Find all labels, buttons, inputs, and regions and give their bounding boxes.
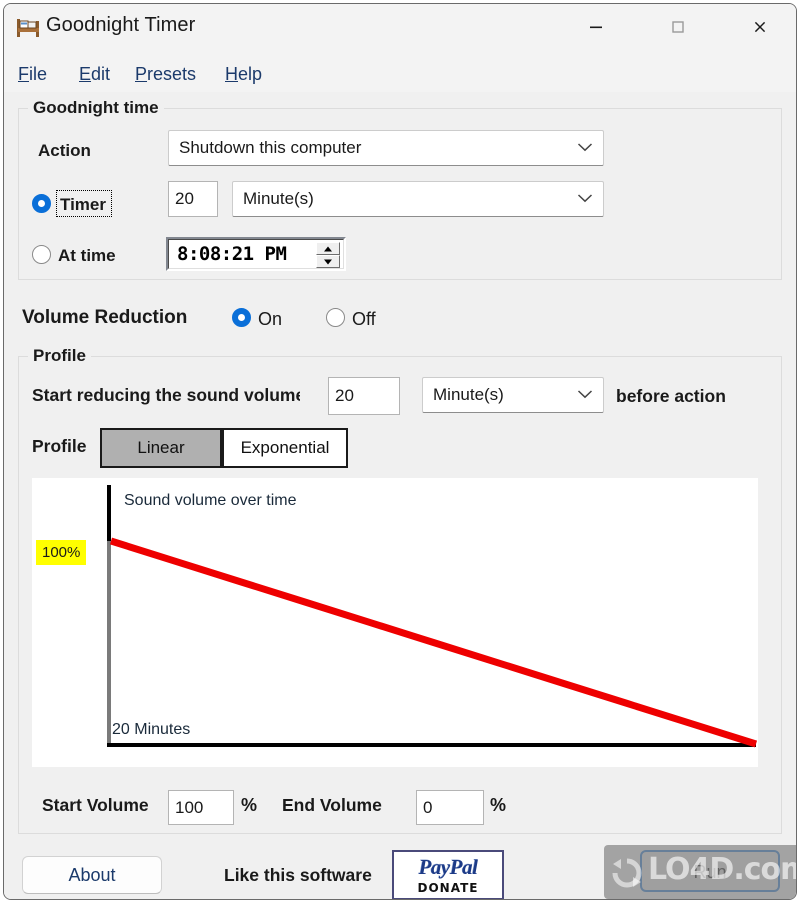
at-time-spin-down[interactable] (316, 255, 340, 268)
maximize-button[interactable] (647, 4, 709, 50)
minimize-icon (590, 26, 602, 29)
paypal-donate-button[interactable]: PayPal DONATE (392, 850, 504, 899)
at-time-value: 8:08:21 PM (177, 243, 287, 265)
profile-legend: Profile (28, 346, 91, 366)
timer-radio[interactable] (32, 194, 51, 213)
paypal-wordmark: PayPal (418, 855, 478, 879)
client-area: Goodnight time Action Shutdown this comp… (4, 92, 796, 899)
end-volume-input[interactable] (416, 790, 484, 825)
minimize-button[interactable] (565, 4, 627, 50)
menu-item-presets[interactable]: Presets (135, 64, 196, 85)
start-reducing-unit-value: Minute(s) (433, 385, 504, 404)
profile-linear-button[interactable]: Linear (100, 428, 222, 468)
menu-item-help[interactable]: Help (225, 64, 262, 85)
chevron-down-icon (577, 386, 593, 404)
menu-help-rest: elp (238, 64, 263, 84)
bed-icon (16, 17, 40, 39)
menu-file-rest: ile (29, 64, 48, 84)
at-time-spin-up[interactable] (316, 242, 340, 255)
start-volume-label: Start Volume (42, 795, 149, 815)
paypal-donate-label: DONATE (417, 881, 479, 895)
start-volume-unit: % (241, 795, 258, 815)
start-reducing-label: Start reducing the sound volume (32, 385, 300, 405)
timer-value-input[interactable] (168, 181, 218, 217)
volume-reduction-on-radio[interactable] (232, 308, 251, 327)
run-button[interactable]: Run (640, 850, 780, 892)
menu-bar (4, 52, 796, 92)
triangle-down-icon (324, 259, 332, 264)
start-volume-input[interactable] (168, 790, 234, 825)
at-time-label: At time (58, 246, 116, 265)
timer-label: Timer (60, 195, 106, 214)
volume-reduction-off-label: Off (352, 309, 376, 329)
close-icon (754, 21, 766, 33)
timer-unit-select[interactable]: Minute(s) (232, 181, 604, 217)
profile-exponential-button[interactable]: Exponential (222, 428, 348, 468)
window-title: Goodnight Timer (46, 14, 196, 36)
before-action-label: before action (616, 386, 726, 406)
profile-type-label: Profile (32, 436, 87, 456)
action-label: Action (38, 141, 91, 160)
action-select[interactable]: Shutdown this computer (168, 130, 604, 166)
close-button[interactable] (729, 4, 791, 50)
at-time-spinner[interactable]: 8:08:21 PM (166, 237, 346, 271)
menu-edit-rest: dit (91, 64, 111, 84)
chevron-down-icon (577, 139, 593, 157)
at-time-spinner-inner: 8:08:21 PM (168, 239, 344, 269)
end-volume-unit: % (490, 795, 507, 815)
at-time-spin-buttons (316, 242, 340, 268)
menu-presets-rest: resets (147, 64, 197, 84)
chart-plot-area (109, 537, 758, 748)
maximize-icon (672, 21, 684, 33)
title-bar: Goodnight Timer (4, 4, 796, 52)
menu-item-edit[interactable]: Edit (79, 64, 110, 85)
volume-reduction-on-label: On (258, 309, 283, 329)
like-this-software-label: Like this software (224, 865, 372, 885)
action-select-value: Shutdown this computer (179, 138, 362, 157)
timer-unit-value: Minute(s) (243, 189, 314, 208)
app-window: Goodnight Timer File Edit Presets Help G… (3, 3, 797, 900)
volume-reduction-off-radio[interactable] (326, 308, 345, 327)
volume-reduction-label: Volume Reduction (22, 307, 188, 328)
start-reducing-input[interactable] (328, 377, 400, 415)
chevron-down-icon (577, 190, 593, 208)
start-reducing-unit-select[interactable]: Minute(s) (422, 377, 604, 413)
at-time-radio[interactable] (32, 245, 51, 264)
goodnight-time-legend: Goodnight time (28, 98, 164, 118)
sound-volume-chart: Sound volume over time 100% 20 Minutes (32, 478, 758, 767)
end-volume-label: End Volume (282, 795, 382, 815)
chart-series-line (109, 537, 758, 748)
circular-arrow-icon (612, 858, 642, 888)
menu-item-file[interactable]: File (18, 64, 47, 85)
about-button[interactable]: About (22, 856, 162, 894)
triangle-up-icon (324, 246, 332, 251)
